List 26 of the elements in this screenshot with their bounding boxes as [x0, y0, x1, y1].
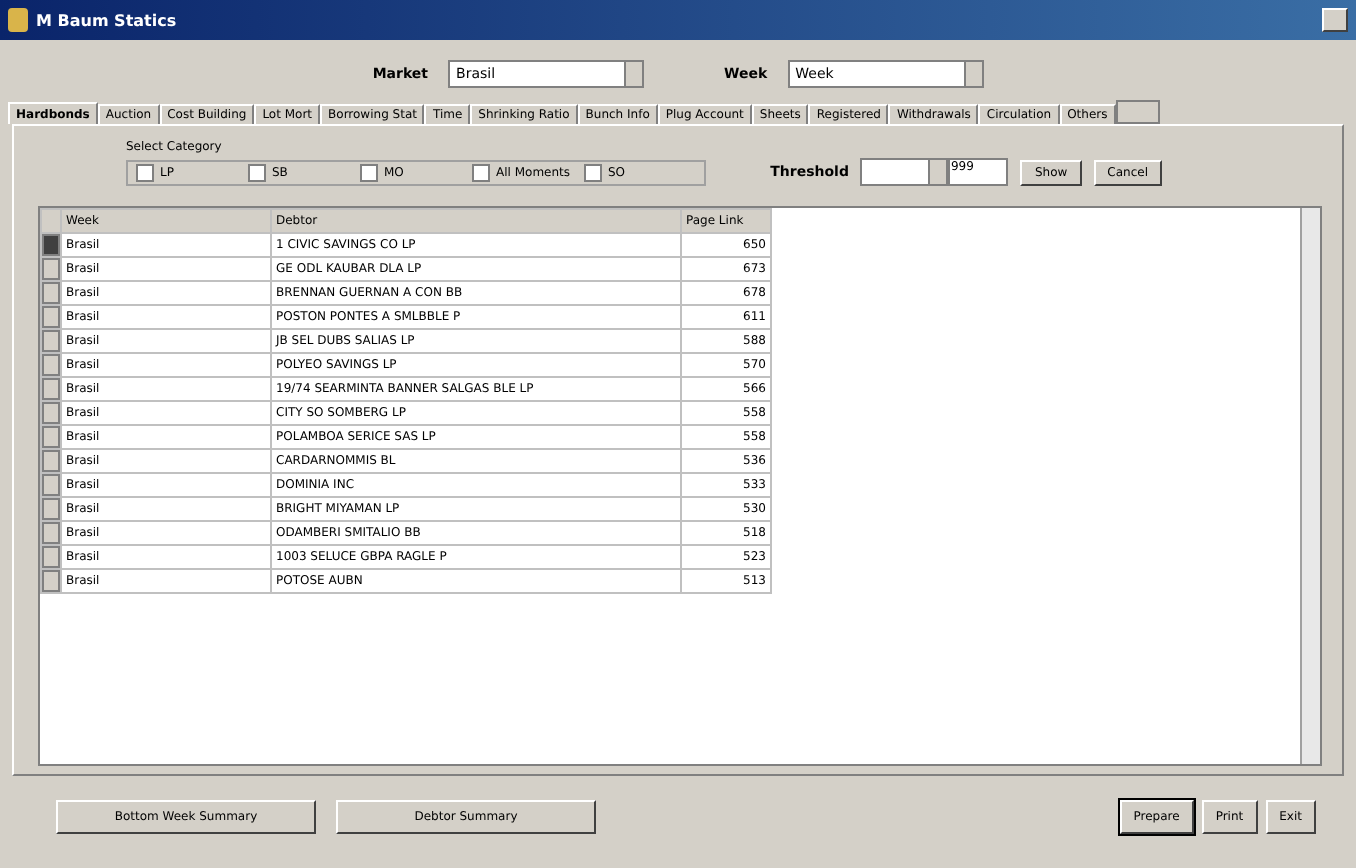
close-button[interactable] — [1322, 8, 1348, 32]
scrollbar[interactable] — [1300, 208, 1320, 764]
row-selector[interactable] — [42, 546, 60, 568]
row-selector[interactable] — [42, 378, 60, 400]
row-selector[interactable] — [42, 306, 60, 328]
row-selector[interactable] — [42, 498, 60, 520]
checkbox[interactable] — [472, 164, 490, 182]
row-selector[interactable] — [42, 282, 60, 304]
row-selector[interactable] — [42, 258, 60, 280]
checkbox[interactable] — [360, 164, 378, 182]
row-selector[interactable] — [42, 402, 60, 424]
row-selector[interactable] — [42, 570, 60, 592]
row-selector[interactable] — [42, 450, 60, 472]
app-icon — [8, 8, 28, 32]
row-selector[interactable] — [42, 234, 60, 256]
row-selector[interactable] — [42, 330, 60, 352]
row-selector[interactable] — [42, 522, 60, 544]
checkbox[interactable] — [584, 164, 602, 182]
window-title: M Baum Statics — [36, 11, 177, 29]
checkbox[interactable] — [248, 164, 266, 182]
checkbox[interactable] — [136, 164, 154, 182]
row-selector[interactable] — [42, 474, 60, 496]
spin-field[interactable] — [860, 158, 949, 186]
tab-scroll-arrows[interactable] — [1115, 100, 1160, 124]
row-selector[interactable] — [42, 426, 60, 448]
row-selector[interactable] — [42, 354, 60, 376]
